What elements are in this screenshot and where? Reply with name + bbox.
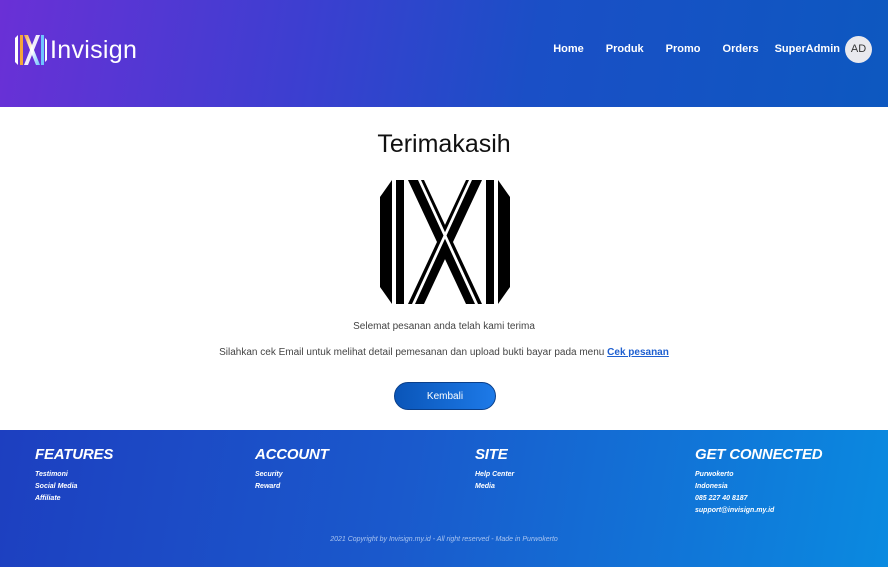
site-header: Invisign Home Produk Promo Orders SuperA… [0,0,888,107]
invisign-logo-icon [15,35,47,65]
nav-produk[interactable]: Produk [606,43,644,55]
brand[interactable]: Invisign [12,31,137,69]
footer-country: Indonesia [695,483,728,490]
instruction-message: Silahkan cek Email untuk melihat detail … [0,347,888,358]
footer-link-security[interactable]: Security [255,469,329,481]
footer-account: ACCOUNT Security Reward [255,446,329,493]
footer-link-help-center[interactable]: Help Center [475,469,514,481]
confirmation-message: Selemat pesanan anda telah kami terima [353,321,535,332]
instruction-text: Silahkan cek Email untuk melihat detail … [219,347,605,358]
main-nav: Home Produk Promo Orders SuperAdmin AD [553,34,872,64]
back-button[interactable]: Kembali [394,382,496,410]
brand-name: Invisign [50,35,138,64]
footer-heading-connected: GET CONNECTED [695,446,823,463]
footer-site: SITE Help Center Media [475,446,514,493]
copyright: 2021 Copyright by Invisign.my.id - All r… [330,536,558,543]
nav-home[interactable]: Home [553,43,584,55]
footer-link-media[interactable]: Media [475,481,514,493]
user-name[interactable]: SuperAdmin [775,43,840,55]
footer-heading-account: ACCOUNT [255,446,329,463]
page-title: Terimakasih [377,130,511,158]
thank-you-section: Terimakasih Selemat pesanan anda telah k… [0,107,888,430]
nav-promo[interactable]: Promo [666,43,701,55]
footer-link-reward[interactable]: Reward [255,481,329,493]
footer-heading-features: FEATURES [35,446,114,463]
footer-link-affiliate[interactable]: Affiliate [35,493,113,505]
footer-features: FEATURES Testimoni Social Media Affiliat… [35,446,113,505]
footer-email[interactable]: support@invisign.my.id [695,505,822,517]
footer-link-social-media[interactable]: Social Media [35,481,113,493]
invisign-large-logo-icon [380,180,510,304]
avatar[interactable]: AD [845,35,872,63]
site-footer: FEATURES Testimoni Social Media Affiliat… [0,430,888,567]
footer-city: Purwokerto [695,471,734,478]
footer-phone[interactable]: 085 227 40 8187 [695,493,822,505]
check-orders-link[interactable]: Cek pesanan [607,347,669,358]
footer-link-testimoni[interactable]: Testimoni [35,469,113,481]
nav-orders[interactable]: Orders [723,43,759,55]
footer-heading-site: SITE [475,446,508,463]
footer-connected: GET CONNECTED Purwokerto Indonesia 085 2… [695,446,823,517]
